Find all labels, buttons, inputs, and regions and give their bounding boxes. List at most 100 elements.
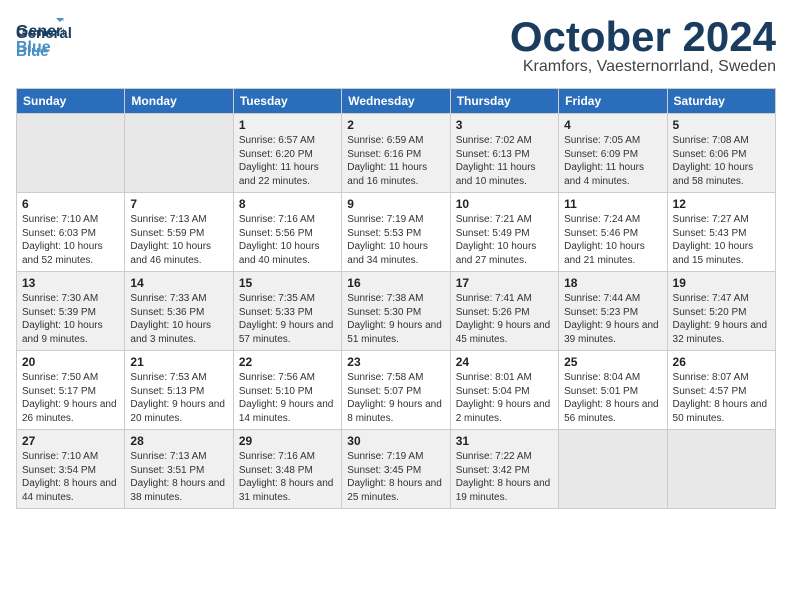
cell-info: Sunrise: 7:10 AM Sunset: 6:03 PM Dayligh… <box>22 213 119 267</box>
header-thursday: Thursday <box>450 89 558 114</box>
calendar-cell-week2-day1: 6 Sunrise: 7:10 AM Sunset: 6:03 PM Dayli… <box>17 193 125 272</box>
calendar-cell-week4-day2: 21 Sunrise: 7:53 AM Sunset: 5:13 PM Dayl… <box>125 351 233 430</box>
calendar-cell-week1-day4: 2 Sunrise: 6:59 AM Sunset: 6:16 PM Dayli… <box>342 114 450 193</box>
location-title: Kramfors, Vaesternorrland, Sweden <box>510 58 776 76</box>
calendar-cell-week1-day2 <box>125 114 233 193</box>
cell-date: 24 <box>456 355 553 369</box>
cell-date: 25 <box>564 355 661 369</box>
cell-date: 19 <box>673 276 770 290</box>
page-header: General Blue General Blue October 2024 K… <box>16 16 776 76</box>
calendar-cell-week2-day6: 11 Sunrise: 7:24 AM Sunset: 5:46 PM Dayl… <box>559 193 667 272</box>
cell-info: Sunrise: 7:10 AM Sunset: 3:54 PM Dayligh… <box>22 450 119 504</box>
calendar-cell-week2-day2: 7 Sunrise: 7:13 AM Sunset: 5:59 PM Dayli… <box>125 193 233 272</box>
calendar-cell-week3-day6: 18 Sunrise: 7:44 AM Sunset: 5:23 PM Dayl… <box>559 272 667 351</box>
cell-date: 8 <box>239 197 336 211</box>
header-monday: Monday <box>125 89 233 114</box>
cell-date: 15 <box>239 276 336 290</box>
svg-text:Blue: Blue <box>16 39 51 56</box>
cell-info: Sunrise: 7:19 AM Sunset: 5:53 PM Dayligh… <box>347 213 444 267</box>
cell-date: 28 <box>130 434 227 448</box>
calendar-cell-week4-day4: 23 Sunrise: 7:58 AM Sunset: 5:07 PM Dayl… <box>342 351 450 430</box>
header-wednesday: Wednesday <box>342 89 450 114</box>
calendar-cell-week5-day7 <box>667 430 775 509</box>
cell-info: Sunrise: 7:33 AM Sunset: 5:36 PM Dayligh… <box>130 292 227 346</box>
cell-date: 10 <box>456 197 553 211</box>
cell-info: Sunrise: 7:58 AM Sunset: 5:07 PM Dayligh… <box>347 371 444 425</box>
cell-date: 14 <box>130 276 227 290</box>
cell-info: Sunrise: 7:53 AM Sunset: 5:13 PM Dayligh… <box>130 371 227 425</box>
calendar-cell-week4-day7: 26 Sunrise: 8:07 AM Sunset: 4:57 PM Dayl… <box>667 351 775 430</box>
calendar-cell-week2-day4: 9 Sunrise: 7:19 AM Sunset: 5:53 PM Dayli… <box>342 193 450 272</box>
cell-date: 21 <box>130 355 227 369</box>
calendar-week-3: 13 Sunrise: 7:30 AM Sunset: 5:39 PM Dayl… <box>17 272 776 351</box>
cell-date: 2 <box>347 118 444 132</box>
cell-info: Sunrise: 7:41 AM Sunset: 5:26 PM Dayligh… <box>456 292 553 346</box>
cell-info: Sunrise: 8:07 AM Sunset: 4:57 PM Dayligh… <box>673 371 770 425</box>
calendar-cell-week5-day1: 27 Sunrise: 7:10 AM Sunset: 3:54 PM Dayl… <box>17 430 125 509</box>
calendar-cell-week5-day6 <box>559 430 667 509</box>
cell-info: Sunrise: 7:56 AM Sunset: 5:10 PM Dayligh… <box>239 371 336 425</box>
calendar-week-4: 20 Sunrise: 7:50 AM Sunset: 5:17 PM Dayl… <box>17 351 776 430</box>
cell-info: Sunrise: 7:08 AM Sunset: 6:06 PM Dayligh… <box>673 134 770 188</box>
calendar-cell-week1-day1 <box>17 114 125 193</box>
cell-info: Sunrise: 8:04 AM Sunset: 5:01 PM Dayligh… <box>564 371 661 425</box>
cell-date: 16 <box>347 276 444 290</box>
calendar-cell-week2-day5: 10 Sunrise: 7:21 AM Sunset: 5:49 PM Dayl… <box>450 193 558 272</box>
cell-info: Sunrise: 7:19 AM Sunset: 3:45 PM Dayligh… <box>347 450 444 504</box>
calendar-cell-week3-day1: 13 Sunrise: 7:30 AM Sunset: 5:39 PM Dayl… <box>17 272 125 351</box>
cell-info: Sunrise: 7:21 AM Sunset: 5:49 PM Dayligh… <box>456 213 553 267</box>
cell-date: 12 <box>673 197 770 211</box>
calendar-cell-week1-day6: 4 Sunrise: 7:05 AM Sunset: 6:09 PM Dayli… <box>559 114 667 193</box>
cell-date: 26 <box>673 355 770 369</box>
calendar-cell-week4-day5: 24 Sunrise: 8:01 AM Sunset: 5:04 PM Dayl… <box>450 351 558 430</box>
cell-date: 4 <box>564 118 661 132</box>
header-tuesday: Tuesday <box>233 89 341 114</box>
cell-info: Sunrise: 7:50 AM Sunset: 5:17 PM Dayligh… <box>22 371 119 425</box>
cell-info: Sunrise: 6:59 AM Sunset: 6:16 PM Dayligh… <box>347 134 444 188</box>
calendar-cell-week4-day3: 22 Sunrise: 7:56 AM Sunset: 5:10 PM Dayl… <box>233 351 341 430</box>
title-area: October 2024 Kramfors, Vaesternorrland, … <box>510 16 776 76</box>
calendar-cell-week5-day2: 28 Sunrise: 7:13 AM Sunset: 3:51 PM Dayl… <box>125 430 233 509</box>
cell-date: 27 <box>22 434 119 448</box>
cell-date: 1 <box>239 118 336 132</box>
cell-date: 17 <box>456 276 553 290</box>
calendar-cell-week2-day7: 12 Sunrise: 7:27 AM Sunset: 5:43 PM Dayl… <box>667 193 775 272</box>
calendar-cell-week4-day6: 25 Sunrise: 8:04 AM Sunset: 5:01 PM Dayl… <box>559 351 667 430</box>
calendar-cell-week3-day3: 15 Sunrise: 7:35 AM Sunset: 5:33 PM Dayl… <box>233 272 341 351</box>
cell-info: Sunrise: 7:16 AM Sunset: 5:56 PM Dayligh… <box>239 213 336 267</box>
cell-date: 9 <box>347 197 444 211</box>
calendar-cell-week1-day7: 5 Sunrise: 7:08 AM Sunset: 6:06 PM Dayli… <box>667 114 775 193</box>
calendar-cell-week3-day5: 17 Sunrise: 7:41 AM Sunset: 5:26 PM Dayl… <box>450 272 558 351</box>
calendar-cell-week2-day3: 8 Sunrise: 7:16 AM Sunset: 5:56 PM Dayli… <box>233 193 341 272</box>
cell-info: Sunrise: 7:44 AM Sunset: 5:23 PM Dayligh… <box>564 292 661 346</box>
cell-info: Sunrise: 7:05 AM Sunset: 6:09 PM Dayligh… <box>564 134 661 188</box>
logo: General Blue General Blue <box>16 16 72 61</box>
cell-info: Sunrise: 7:02 AM Sunset: 6:13 PM Dayligh… <box>456 134 553 188</box>
cell-date: 13 <box>22 276 119 290</box>
svg-text:General: General <box>16 23 64 40</box>
calendar-week-1: 1 Sunrise: 6:57 AM Sunset: 6:20 PM Dayli… <box>17 114 776 193</box>
cell-date: 31 <box>456 434 553 448</box>
cell-info: Sunrise: 7:13 AM Sunset: 3:51 PM Dayligh… <box>130 450 227 504</box>
cell-date: 11 <box>564 197 661 211</box>
calendar-cell-week3-day7: 19 Sunrise: 7:47 AM Sunset: 5:20 PM Dayl… <box>667 272 775 351</box>
calendar-cell-week1-day3: 1 Sunrise: 6:57 AM Sunset: 6:20 PM Dayli… <box>233 114 341 193</box>
cell-info: Sunrise: 7:27 AM Sunset: 5:43 PM Dayligh… <box>673 213 770 267</box>
calendar-week-5: 27 Sunrise: 7:10 AM Sunset: 3:54 PM Dayl… <box>17 430 776 509</box>
cell-info: Sunrise: 7:24 AM Sunset: 5:46 PM Dayligh… <box>564 213 661 267</box>
calendar-cell-week1-day5: 3 Sunrise: 7:02 AM Sunset: 6:13 PM Dayli… <box>450 114 558 193</box>
cell-date: 6 <box>22 197 119 211</box>
cell-info: Sunrise: 7:16 AM Sunset: 3:48 PM Dayligh… <box>239 450 336 504</box>
calendar-cell-week5-day5: 31 Sunrise: 7:22 AM Sunset: 3:42 PM Dayl… <box>450 430 558 509</box>
calendar-cell-week3-day4: 16 Sunrise: 7:38 AM Sunset: 5:30 PM Dayl… <box>342 272 450 351</box>
cell-info: Sunrise: 7:22 AM Sunset: 3:42 PM Dayligh… <box>456 450 553 504</box>
cell-info: Sunrise: 7:30 AM Sunset: 5:39 PM Dayligh… <box>22 292 119 346</box>
calendar-header-row: Sunday Monday Tuesday Wednesday Thursday… <box>17 89 776 114</box>
cell-date: 18 <box>564 276 661 290</box>
month-title: October 2024 <box>510 16 776 58</box>
calendar-cell-week5-day3: 29 Sunrise: 7:16 AM Sunset: 3:48 PM Dayl… <box>233 430 341 509</box>
cell-info: Sunrise: 7:38 AM Sunset: 5:30 PM Dayligh… <box>347 292 444 346</box>
cell-info: Sunrise: 6:57 AM Sunset: 6:20 PM Dayligh… <box>239 134 336 188</box>
cell-date: 30 <box>347 434 444 448</box>
cell-info: Sunrise: 7:35 AM Sunset: 5:33 PM Dayligh… <box>239 292 336 346</box>
